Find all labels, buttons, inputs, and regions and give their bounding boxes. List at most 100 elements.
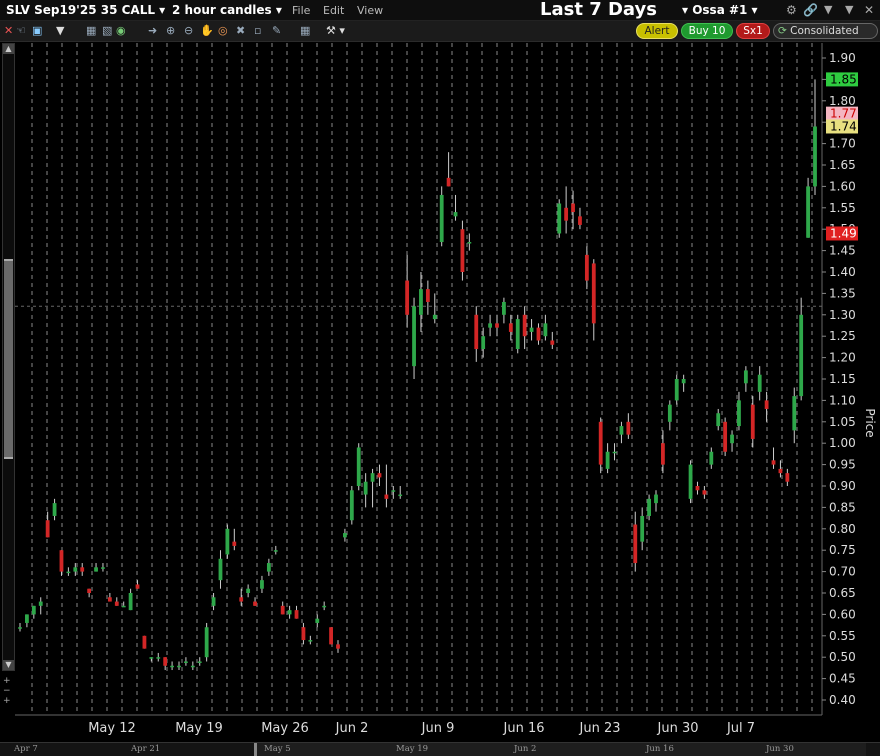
price-chart[interactable]: 1.901.851.801.751.701.651.601.551.501.45… — [15, 43, 880, 742]
crosshair-icon[interactable]: ☜ — [16, 24, 26, 37]
zoom-controls[interactable]: + − + — [3, 676, 11, 706]
candle-body-up — [101, 567, 105, 569]
candle — [557, 199, 562, 238]
hand-icon[interactable]: ✋ — [200, 24, 214, 37]
scroll-down-icon[interactable]: ▼ — [3, 660, 14, 670]
gear-icon[interactable]: ⚙ — [786, 3, 797, 17]
menu-file[interactable]: File — [292, 4, 310, 17]
group-label: Ossa #1 — [692, 3, 748, 17]
collapse-icon[interactable]: ▼ — [824, 3, 832, 16]
candle — [204, 622, 209, 662]
candle — [723, 417, 728, 457]
y-tick-label: 0.70 — [829, 565, 856, 579]
sell-button[interactable]: Sx1 — [736, 23, 770, 39]
overview-strip[interactable]: Apr 7 Apr 21 May 5 May 19 Jun 2 Jun 16 J… — [0, 742, 880, 756]
contract-label: SLV Sep19'25 35 CALL — [6, 3, 155, 17]
globe-icon[interactable]: ◉ — [116, 24, 126, 37]
bars-icon[interactable]: ▦ — [86, 24, 96, 37]
candle-body-up — [419, 289, 423, 315]
candle-body-down — [764, 400, 769, 409]
pointer-icon[interactable]: ➜ — [148, 24, 157, 37]
candle-body-up — [94, 567, 98, 572]
wrench-icon[interactable]: ⚒ ▾ — [326, 24, 345, 37]
refresh-icon: ⟳ — [778, 25, 787, 37]
x-tick-label: Jun 23 — [579, 721, 621, 736]
candle-body-up — [467, 242, 472, 244]
candle-body-down — [508, 323, 513, 332]
link-icon[interactable]: 🔗 — [803, 3, 818, 17]
candle-body-down — [778, 468, 783, 474]
magnifier-icon[interactable]: ▣ — [32, 24, 42, 37]
candle-body-down — [253, 601, 257, 606]
candle-body-up — [688, 464, 693, 499]
candle-body-down — [384, 494, 389, 499]
vertical-scrollbar[interactable]: ▲ ▼ — [2, 43, 15, 671]
y-tick-label: 0.55 — [829, 629, 856, 643]
close-icon[interactable]: ✕ — [4, 24, 13, 37]
candle-body-down — [80, 567, 85, 572]
target-icon[interactable]: ◎ — [218, 24, 228, 37]
candle-body-up — [813, 126, 817, 187]
scroll-thumb[interactable] — [4, 259, 13, 459]
candle — [356, 443, 361, 491]
price-tag-label: 1.74 — [830, 119, 857, 133]
candle-body-down — [87, 588, 92, 593]
candle-body-up — [149, 657, 154, 659]
y-tick-label: 0.95 — [829, 458, 856, 472]
candles-icon[interactable]: ▧ — [102, 24, 112, 37]
consolidated-button[interactable]: ⟳ Consolidated — [773, 23, 878, 39]
eraser-icon[interactable]: ▫ — [254, 24, 261, 37]
candle-body-down — [702, 490, 707, 495]
zoom-in-icon[interactable]: ⊕ — [166, 24, 175, 37]
contract-selector[interactable]: SLV Sep19'25 35 CALL ▾ — [6, 3, 165, 17]
candle-body-down — [771, 460, 776, 465]
candle-body-up — [356, 447, 361, 486]
collapse-icon[interactable]: ▼ — [845, 3, 853, 16]
grid-icon[interactable]: ▦ — [300, 24, 310, 37]
candle-body-up — [792, 396, 797, 431]
zoom-out-icon[interactable]: ⊖ — [184, 24, 193, 37]
candle-body-down — [377, 473, 382, 478]
close-icon[interactable]: ✕ — [864, 3, 874, 17]
candle-body-up — [502, 301, 506, 315]
overview-label: Jun 30 — [766, 744, 794, 754]
candle-body-up — [52, 503, 57, 516]
candle-body-down — [723, 421, 728, 452]
pencil-icon[interactable]: ✎ — [272, 24, 281, 37]
period-selector[interactable]: 2 hour candles ▾ — [172, 3, 282, 17]
overview-label: Jun 2 — [514, 744, 537, 754]
candle-body-down — [522, 314, 527, 337]
candle — [688, 460, 693, 504]
menu-view[interactable]: View — [357, 4, 383, 17]
overview-label: Jun 16 — [646, 744, 674, 754]
y-tick-label: 1.25 — [829, 329, 856, 343]
candle-body-down — [785, 473, 790, 482]
y-tick-label: 1.15 — [829, 372, 856, 386]
dropdown-icon[interactable]: ▼ — [56, 24, 64, 37]
candle-body-up — [757, 374, 762, 392]
scroll-up-icon[interactable]: ▲ — [3, 44, 14, 54]
y-tick-label: 1.10 — [829, 393, 856, 407]
candle-body-down — [336, 644, 340, 649]
candle — [329, 627, 333, 645]
x-tick-label: Jun 16 — [503, 721, 545, 736]
candle-body-up — [322, 605, 327, 608]
candle-body-up — [515, 319, 520, 350]
menu-edit[interactable]: Edit — [323, 4, 344, 17]
group-selector[interactable]: ▾ Ossa #1 ▾ — [682, 3, 758, 17]
candle-body-up — [391, 490, 396, 492]
candle-body-up — [308, 640, 313, 642]
delete-icon[interactable]: ✖ — [236, 24, 245, 37]
y-tick-label: 0.65 — [829, 586, 856, 600]
candle-body-down — [405, 280, 410, 315]
candle — [349, 486, 354, 525]
y-tick-label: 0.40 — [829, 693, 856, 707]
candle-body-up — [709, 451, 714, 465]
candle-body-up — [225, 528, 230, 555]
candle-body-up — [121, 605, 126, 608]
candle-body-up — [737, 400, 741, 427]
buy-button[interactable]: Buy 10 — [681, 23, 733, 39]
x-tick-label: May 19 — [175, 721, 223, 736]
alert-button[interactable]: Alert — [636, 23, 678, 39]
candle-body-down — [294, 610, 299, 619]
